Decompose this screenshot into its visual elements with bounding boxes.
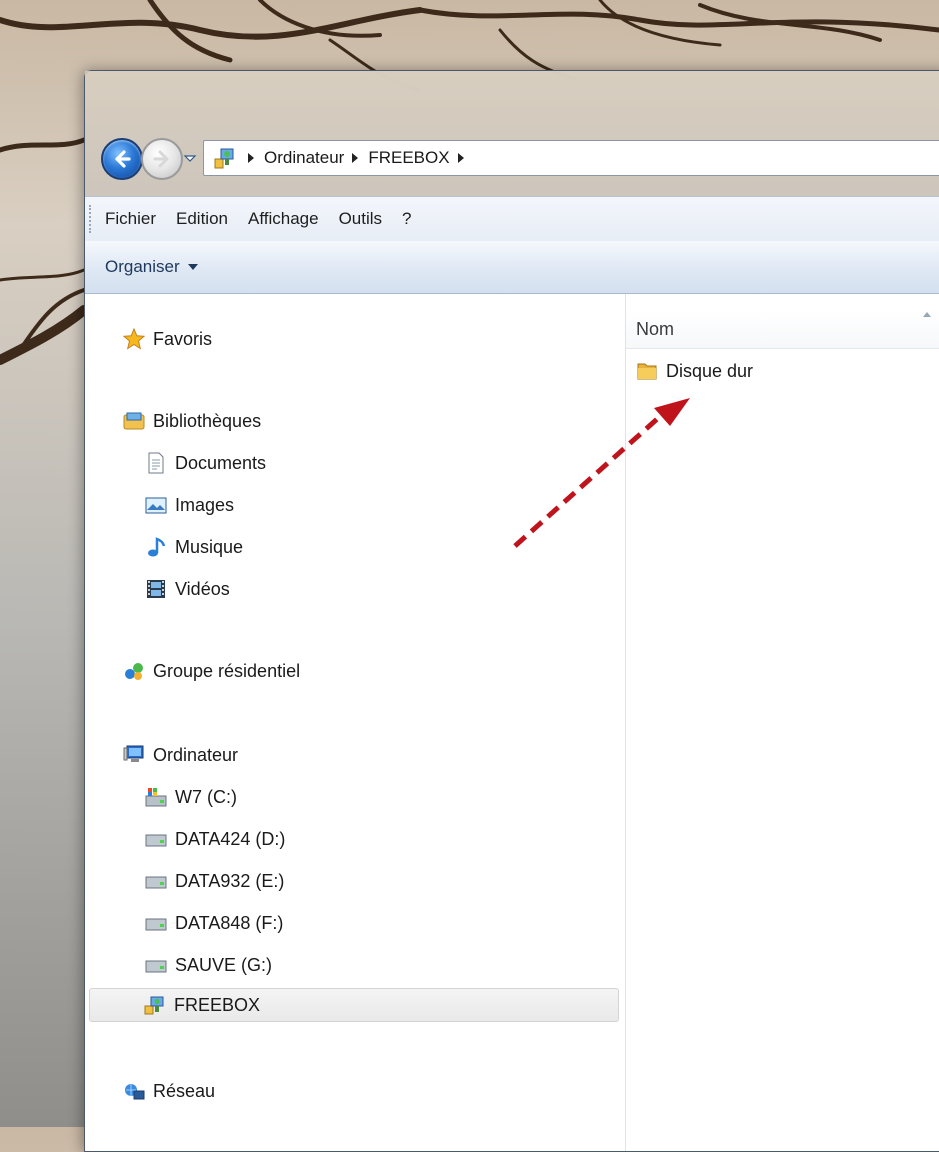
nav-item-label: Musique (175, 536, 244, 557)
menu-bar-grip (89, 205, 94, 233)
breadcrumb-ordinateur[interactable]: Ordinateur (264, 148, 344, 168)
organiser-label: Organiser (105, 257, 180, 276)
hard-drive-icon (145, 828, 167, 850)
computer-icon (123, 744, 145, 766)
menu-edition[interactable]: Edition (168, 205, 236, 233)
nav-item-musique[interactable]: Musique (145, 530, 243, 564)
list-item[interactable]: Disque dur (636, 356, 753, 386)
nav-item-label: Réseau (153, 1080, 216, 1101)
nav-item-label: Groupe résidentiel (153, 660, 301, 681)
library-icon (123, 410, 145, 432)
nav-item-data932[interactable]: DATA932 (E:) (145, 864, 284, 898)
back-button[interactable] (101, 138, 143, 180)
nav-item-images[interactable]: Images (145, 488, 234, 522)
forward-arrow-icon (153, 150, 169, 168)
menu-outils[interactable]: Outils (331, 205, 390, 233)
nav-item-reseau[interactable]: Réseau (123, 1074, 215, 1108)
column-header-label: Nom (636, 318, 675, 339)
network-computer-icon (210, 145, 240, 171)
menu-fichier[interactable]: Fichier (97, 205, 164, 233)
network-icon (123, 1080, 145, 1102)
nav-item-label: FREEBOX (174, 994, 261, 1015)
menu-bar: Fichier Edition Affichage Outils ? (85, 196, 939, 242)
command-bar: Organiser (85, 241, 939, 294)
nav-item-ordinateur[interactable]: Ordinateur (123, 738, 238, 772)
nav-item-sauve[interactable]: SAUVE (G:) (145, 948, 272, 982)
nav-item-label: Vidéos (175, 578, 230, 599)
nav-item-groupe-residentiel[interactable]: Groupe résidentiel (123, 654, 300, 688)
star-icon (123, 328, 145, 350)
nav-item-label: DATA848 (F:) (175, 912, 284, 933)
explorer-window: Ordinateur FREEBOX Fichier Edition Affic… (84, 70, 939, 1152)
film-icon (145, 578, 167, 600)
nav-item-label: SAUVE (G:) (175, 954, 273, 975)
nav-item-label: Images (175, 494, 235, 515)
navigation-pane: Favoris Bibliothèques Documents Images M… (85, 294, 626, 1151)
sort-ascending-icon (923, 312, 931, 317)
nav-item-label: Ordinateur (153, 744, 239, 765)
menu-affichage[interactable]: Affichage (240, 205, 327, 233)
organiser-button[interactable]: Organiser (105, 257, 198, 277)
content-pane: Nom Disque dur (626, 294, 939, 1151)
system-drive-icon (145, 786, 167, 808)
network-computer-icon (144, 994, 166, 1016)
back-arrow-icon (115, 150, 131, 168)
nav-item-label: DATA424 (D:) (175, 828, 286, 849)
image-icon (145, 494, 167, 516)
nav-item-data424[interactable]: DATA424 (D:) (145, 822, 285, 856)
nav-item-label: Documents (175, 452, 267, 473)
column-header-nom[interactable]: Nom (626, 310, 939, 349)
music-note-icon (145, 536, 167, 558)
folder-icon (636, 360, 658, 382)
nav-item-freebox[interactable]: FREEBOX (89, 988, 619, 1022)
address-bar[interactable]: Ordinateur FREEBOX (203, 140, 939, 176)
nav-item-bibliotheques[interactable]: Bibliothèques (123, 404, 261, 438)
nav-item-favoris[interactable]: Favoris (123, 322, 212, 356)
forward-button[interactable] (141, 138, 183, 180)
nav-item-data848[interactable]: DATA848 (F:) (145, 906, 283, 940)
homegroup-icon (123, 660, 145, 682)
breadcrumb-separator[interactable] (248, 153, 254, 163)
nav-item-videos[interactable]: Vidéos (145, 572, 230, 606)
nav-item-documents[interactable]: Documents (145, 446, 266, 480)
breadcrumb-separator[interactable] (352, 153, 359, 163)
nav-item-w7[interactable]: W7 (C:) (145, 780, 237, 814)
nav-item-label: Bibliothèques (153, 410, 262, 431)
nav-item-label: DATA932 (E:) (175, 870, 285, 891)
file-name: Disque dur (666, 360, 754, 381)
breadcrumb-freebox[interactable]: FREEBOX (368, 148, 449, 168)
nav-item-label: Favoris (153, 328, 213, 349)
chevron-down-icon (183, 155, 197, 162)
nav-item-label: W7 (C:) (175, 786, 237, 807)
hard-drive-icon (145, 870, 167, 892)
navigation-row: Ordinateur FREEBOX (95, 136, 939, 180)
document-icon (145, 452, 167, 474)
recent-pages-dropdown[interactable] (183, 150, 197, 164)
hard-drive-icon (145, 912, 167, 934)
breadcrumb-separator[interactable] (457, 153, 464, 163)
menu-help[interactable]: ? (394, 205, 419, 233)
chevron-down-icon (187, 264, 198, 270)
hard-drive-icon (145, 954, 167, 976)
